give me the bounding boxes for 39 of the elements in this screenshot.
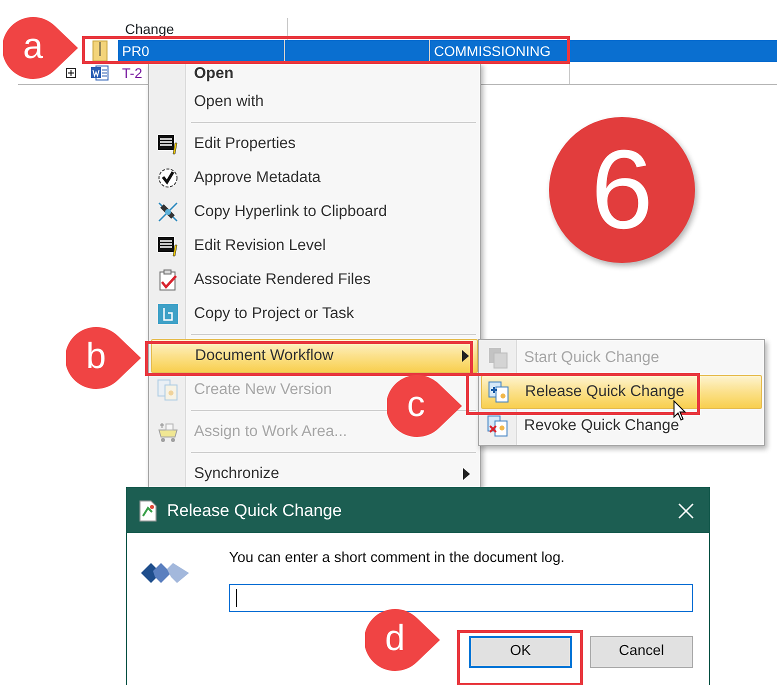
menu-item[interactable]: Edit Revision Level: [151, 229, 338, 263]
crossed-arrows-icon: [156, 201, 178, 223]
menu-item[interactable]: Release Quick Change: [481, 375, 762, 409]
callout-marker: d: [365, 608, 441, 672]
project-icon: [156, 303, 178, 325]
document-pencil-icon: [156, 133, 178, 155]
callout-marker: a: [3, 16, 79, 80]
step-number-badge: 6: [549, 117, 695, 263]
menu-item[interactable]: Edit Properties: [151, 127, 308, 161]
document-pencil-icon: [156, 235, 178, 257]
close-icon[interactable]: [678, 502, 694, 518]
documents-arrow-icon: [488, 381, 510, 403]
menu-item[interactable]: Document Workflow: [151, 339, 478, 373]
menu-item[interactable]: Open: [151, 63, 246, 85]
menu-item[interactable]: Approve Metadata: [151, 161, 333, 195]
documents-icon: [156, 379, 178, 401]
menu-item[interactable]: Synchronize: [151, 457, 478, 491]
zipped-folder-icon: [92, 40, 108, 62]
callout-marker: b: [66, 326, 142, 390]
menu-item[interactable]: Copy to Project or Task: [151, 297, 366, 331]
menu-item[interactable]: Associate Rendered Files: [151, 263, 383, 297]
clipboard-check-icon: [156, 269, 178, 291]
document-icon: [139, 500, 157, 522]
documents-cross-icon: [486, 415, 508, 437]
pages-icon: [486, 347, 508, 369]
dialog-button[interactable]: Cancel: [590, 636, 693, 668]
check-circle-icon: [156, 167, 178, 189]
cart-icon: [156, 421, 178, 443]
word-document-icon: [91, 65, 109, 81]
comment-input-field[interactable]: [229, 584, 693, 612]
table-cell: PR0: [118, 40, 285, 62]
diamond-logo-icon: [141, 561, 191, 585]
menu-item[interactable]: Copy Hyperlink to Clipboard: [151, 195, 399, 229]
table-cell: COMMISSIONING: [430, 40, 570, 62]
menu-item[interactable]: Open with: [151, 85, 276, 119]
dialog-title: Release Quick Change: [167, 500, 342, 522]
dialog-message: You can enter a short comment in the document log.: [229, 549, 566, 568]
dialog-button[interactable]: OK: [469, 636, 572, 668]
callout-marker: c: [387, 374, 463, 438]
